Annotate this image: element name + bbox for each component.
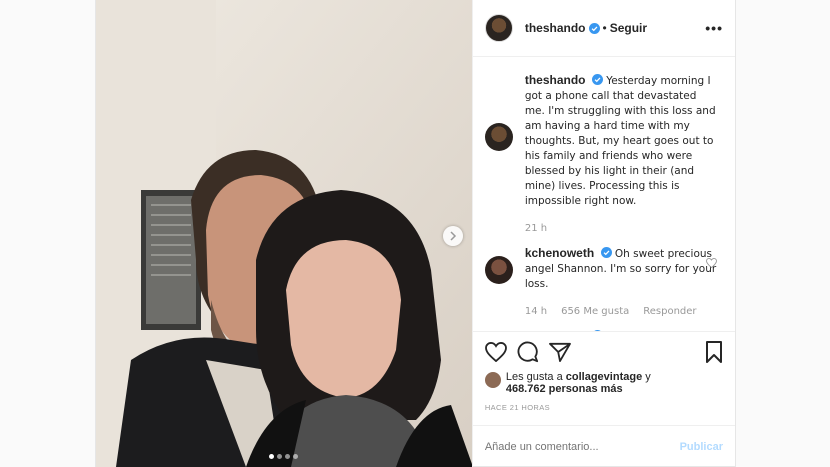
- comment-item: garyjanetti ♥: [485, 329, 719, 331]
- verified-badge-icon: [591, 74, 603, 85]
- comment-body: kchenoweth Oh sweet precious angel Shann…: [525, 246, 719, 319]
- post-modal: theshando • Seguir ••• theshando Yesterd…: [95, 0, 736, 467]
- author-username[interactable]: theshando: [525, 21, 586, 35]
- like-comment-icon[interactable]: [706, 258, 717, 268]
- verified-badge-icon: [600, 247, 612, 258]
- comment-likes[interactable]: 656 Me gusta: [561, 304, 629, 319]
- carousel-dot: [277, 454, 283, 459]
- verified-badge-icon: [588, 22, 600, 34]
- post-sidebar: theshando • Seguir ••• theshando Yesterd…: [471, 0, 735, 467]
- likes-count[interactable]: 468.762 personas más: [506, 383, 623, 395]
- comment-time[interactable]: 21 h: [525, 221, 547, 236]
- post-photo: [96, 0, 472, 467]
- carousel-next-button[interactable]: [443, 226, 463, 246]
- likes-prefix: Les gusta a: [505, 371, 563, 383]
- comment-meta: 14 h 656 Me gusta Responder: [525, 304, 719, 319]
- share-icon[interactable]: [548, 342, 571, 362]
- author-avatar[interactable]: [484, 123, 513, 151]
- comment-meta: 21 h: [525, 221, 719, 236]
- comment-icon[interactable]: [517, 341, 539, 363]
- carousel-indicator: [96, 454, 472, 459]
- comment-item: kchenoweth Oh sweet precious angel Shann…: [484, 246, 719, 319]
- comment-username[interactable]: garyjanetti: [525, 329, 586, 331]
- carousel-dot: [269, 454, 275, 459]
- commenter-avatar[interactable]: [484, 256, 513, 284]
- publish-button[interactable]: Publicar: [680, 441, 723, 453]
- liker-username[interactable]: collagevintage: [566, 371, 642, 383]
- likes-summary: Les gusta a collagevintage y 468.762 per…: [473, 371, 735, 395]
- likes-text: Les gusta a collagevintage y 468.762 per…: [506, 371, 651, 395]
- comment-input[interactable]: [484, 440, 680, 453]
- comment-time[interactable]: 14 h: [525, 304, 547, 319]
- carousel-dot: [293, 454, 299, 459]
- more-options-icon[interactable]: •••: [705, 20, 723, 36]
- comment-username[interactable]: kchenoweth: [525, 246, 594, 260]
- comment-body: garyjanetti ♥: [525, 329, 616, 331]
- comments-list[interactable]: theshando Yesterday morning I got a phon…: [473, 57, 735, 331]
- post-media[interactable]: [96, 0, 472, 467]
- reply-button[interactable]: Responder: [643, 304, 696, 319]
- post-header: theshando • Seguir •••: [472, 0, 735, 57]
- liker-avatar[interactable]: [484, 372, 501, 388]
- verified-badge-icon: [594, 330, 601, 331]
- comment-username[interactable]: theshando: [525, 73, 586, 87]
- comment-text: Yesterday morning I got a phone call tha…: [524, 75, 716, 207]
- heart-icon[interactable]: [484, 341, 507, 362]
- likes-suffix: y: [645, 371, 651, 383]
- follow-button[interactable]: Seguir: [610, 21, 647, 35]
- separator-dot: •: [602, 21, 607, 35]
- caption: theshando Yesterday morning I got a phon…: [484, 73, 719, 236]
- chevron-right-icon: [450, 231, 457, 241]
- post-timestamp[interactable]: HACE 21 HORAS: [473, 395, 735, 412]
- bookmark-icon[interactable]: [705, 340, 723, 363]
- caption-body: theshando Yesterday morning I got a phon…: [525, 73, 719, 236]
- author-avatar[interactable]: [484, 14, 513, 42]
- carousel-dot: [285, 454, 291, 459]
- post-actions: [472, 331, 735, 371]
- comment-form: Publicar: [472, 425, 735, 467]
